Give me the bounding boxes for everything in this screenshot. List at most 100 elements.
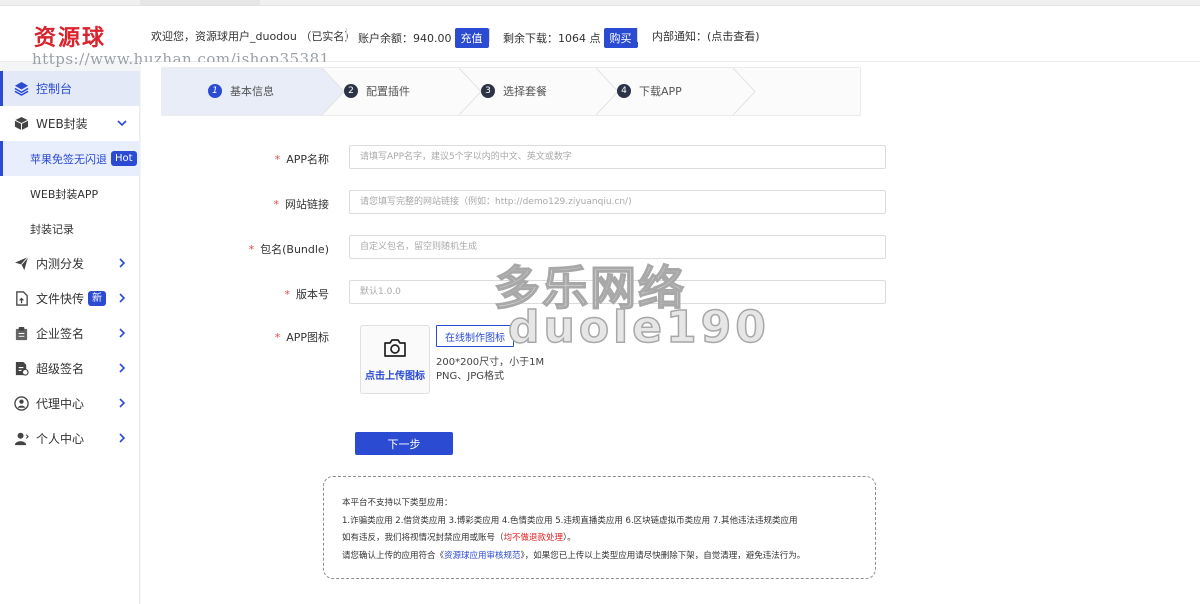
label-text: APP图标 <box>286 331 329 344</box>
notice-text: 请您确认上传的应用符合《 <box>342 550 445 561</box>
file-icon <box>13 291 29 307</box>
main-content: 1 基本信息 2 配置插件 3 选择套餐 4 下载APP * APP名称 * 网站链接 * 包… <box>141 62 1200 604</box>
sidebar-subitem-label: WEB封装APP <box>30 187 99 201</box>
sidebar-item-personal[interactable]: 个人中心 <box>0 421 140 456</box>
notice-line: 本平台不支持以下类型应用： <box>342 498 453 508</box>
sidebar-item-file-transfer[interactable]: 文件快传 新 <box>0 281 140 316</box>
sidebar-subitem-web-app[interactable]: WEB封装APP <box>0 176 140 211</box>
sidebar-item-super-sign[interactable]: 超级签名 <box>0 351 140 386</box>
step-choose-plan: 3 选择套餐 <box>481 83 547 99</box>
review-policy-link[interactable]: 资源球应用审核规范 <box>444 551 521 561</box>
sidebar-item-label: 内测分发 <box>36 257 85 271</box>
sidebar-item-enterprise-sign[interactable]: 企业签名 <box>0 316 140 351</box>
sidebar-item-label: 个人中心 <box>36 432 85 446</box>
step-arrow <box>733 68 756 115</box>
hot-badge: Hot <box>111 151 137 166</box>
required-mark: * <box>273 198 280 211</box>
logo: 资源球 <box>34 25 107 51</box>
no-refund-text: 均不做退款处理 <box>503 533 564 543</box>
downloads: 剩余下载：1064 点购买 <box>503 28 638 48</box>
sidebar-subitem-records[interactable]: 封装记录 <box>0 211 140 246</box>
app-name-input[interactable] <box>349 145 886 169</box>
required-mark: * <box>274 153 281 166</box>
required-mark: * <box>274 331 281 344</box>
step-number: 3 <box>481 84 495 98</box>
sidebar-item-beta[interactable]: 内测分发 <box>0 246 140 281</box>
label-text: 网站链接 <box>285 198 329 211</box>
icon-format-hint: PNG、JPG格式 <box>436 371 504 382</box>
sidebar-item-label: 控制台 <box>36 82 73 96</box>
notice-text: ）。 <box>563 533 576 543</box>
box-icon <box>13 116 29 132</box>
sidebar-item-web-wrap[interactable]: WEB封装 <box>0 106 140 141</box>
sidebar-subitem-label: 封装记录 <box>30 222 74 236</box>
layers-icon <box>13 81 29 97</box>
version-label: * 版本号 <box>285 286 330 302</box>
sidebar-item-agent[interactable]: 代理中心 <box>0 386 140 421</box>
required-mark: * <box>284 288 291 301</box>
sidebar-item-label: 企业签名 <box>36 327 85 341</box>
notice-text: 》，如果您已上传以上类型应用请尽快删除下架，自觉清理，避免违法行为。 <box>520 550 806 561</box>
label-text: 版本号 <box>296 288 329 301</box>
icon-upload-box[interactable]: 点击上传图标 <box>360 325 430 394</box>
notice-line: 如有违反，我们将视情况封禁应用或账号（均不做退款处理）。 <box>342 530 875 548</box>
app-icon-label: * APP图标 <box>275 329 329 345</box>
chevron-right-icon <box>116 257 128 269</box>
tab-strip <box>140 0 260 5</box>
sidebar-item-dashboard[interactable]: 控制台 <box>0 71 140 106</box>
divider <box>346 28 347 42</box>
step-number: 1 <box>208 84 222 98</box>
step-label: 配置插件 <box>366 85 410 98</box>
welcome-text: 欢迎您，资源球用户_duodou （已实名） <box>151 30 356 43</box>
agent-icon <box>13 396 29 412</box>
chevron-right-icon <box>116 432 128 444</box>
sidebar-item-label: WEB封装 <box>36 117 88 131</box>
form-row-app-name: * APP名称 <box>141 145 1200 171</box>
chevron-down-icon <box>116 117 128 129</box>
form-row-icon: * APP图标 <box>141 325 1200 351</box>
user-icon <box>13 431 29 447</box>
sidebar-item-label: 超级签名 <box>36 362 85 376</box>
required-mark: * <box>248 243 255 256</box>
policy-notice: 本平台不支持以下类型应用： 1.诈骗类应用 2.借贷类应用 3.博彩类应用 4.… <box>323 476 876 579</box>
balance-label: 账户余额： <box>358 32 413 45</box>
recharge-button[interactable]: 充值 <box>454 28 489 48</box>
form-row-bundle: * 包名(Bundle) <box>141 235 1200 261</box>
online-icon-maker-button[interactable]: 在线制作图标 <box>436 325 514 347</box>
site-url-input[interactable] <box>349 190 886 214</box>
sidebar-subitem-ios-nosign[interactable]: 苹果免签无闪退 Hot <box>0 141 140 176</box>
document-sign-icon <box>13 361 29 377</box>
downloads-label: 剩余下载： <box>503 32 558 45</box>
chevron-right-icon <box>116 292 128 304</box>
chevron-right-icon <box>116 362 128 374</box>
version-input[interactable] <box>349 280 886 304</box>
form-row-version: * 版本号 <box>141 280 1200 306</box>
bundle-input[interactable] <box>349 235 886 259</box>
balance-value: 940.00 <box>413 32 452 45</box>
step-label: 下载APP <box>639 85 682 98</box>
sidebar-item-label: 代理中心 <box>36 397 85 411</box>
step-label: 基本信息 <box>230 85 274 98</box>
buy-button[interactable]: 购买 <box>603 28 638 48</box>
step-download-app: 4 下载APP <box>617 83 682 99</box>
notice-text: 如有违反，我们将视情况封禁应用或账号（ <box>342 533 504 543</box>
next-step-button[interactable]: 下一步 <box>355 432 453 455</box>
notice-line: 请您确认上传的应用符合《资源球应用审核规范》，如果您已上传以上类型应用请尽快删除… <box>342 548 875 566</box>
internal-notice-link[interactable]: 内部通知：(点击查看) <box>652 28 760 44</box>
clipboard-icon <box>13 326 29 342</box>
step-number: 2 <box>344 84 358 98</box>
step-bar: 1 基本信息 2 配置插件 3 选择套餐 4 下载APP <box>161 67 861 116</box>
sidebar-item-label: 文件快传 <box>36 292 85 306</box>
site-url-label: * 网站链接 <box>274 196 330 212</box>
label-text: 包名(Bundle) <box>260 243 329 256</box>
divider <box>489 28 490 42</box>
send-icon <box>13 256 29 272</box>
chevron-right-icon <box>116 327 128 339</box>
bundle-label: * 包名(Bundle) <box>249 241 329 257</box>
sidebar: 控制台 WEB封装 苹果免签无闪退 Hot WEB封装APP 封装记录 内测分发… <box>0 71 140 604</box>
step-label: 选择套餐 <box>503 85 547 98</box>
camera-icon <box>383 338 407 361</box>
label-text: APP名称 <box>286 153 329 166</box>
step-number: 4 <box>617 84 631 98</box>
upload-label: 点击上传图标 <box>365 370 425 382</box>
